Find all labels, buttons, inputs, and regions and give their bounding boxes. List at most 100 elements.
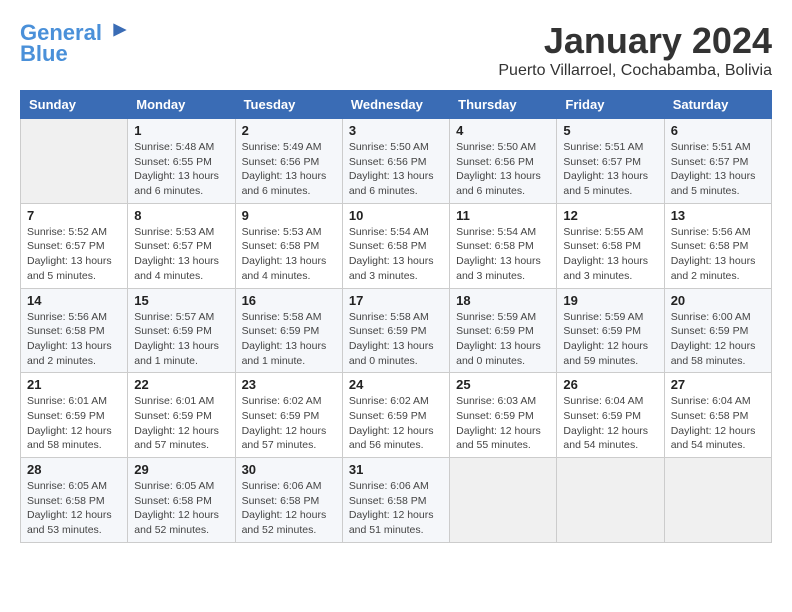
day-number: 9 — [242, 208, 336, 223]
day-info: Sunrise: 6:05 AM Sunset: 6:58 PM Dayligh… — [27, 479, 121, 538]
calendar-cell: 22 Sunrise: 6:01 AM Sunset: 6:59 PM Dayli… — [128, 373, 235, 458]
calendar-cell: 20Sunrise: 6:00 AM Sunset: 6:59 PM Dayli… — [664, 288, 771, 373]
week-row-1: 1 Sunrise: 5:48 AM Sunset: 6:55 PM Daylig… — [21, 119, 772, 204]
day-info: Sunrise: 6:02 AM Sunset: 6:59 PM Dayligh… — [242, 394, 336, 453]
day-header-tuesday: Tuesday — [235, 91, 342, 119]
day-info: Sunrise: 5:54 AM Sunset: 6:58 PM Dayligh… — [349, 225, 443, 284]
day-number: 24 — [349, 377, 443, 392]
day-number: 13 — [671, 208, 765, 223]
day-info: Sunrise: 6:06 AM Sunset: 6:58 PM Dayligh… — [349, 479, 443, 538]
day-number: 7 — [27, 208, 121, 223]
day-info: Sunrise: 5:48 AM Sunset: 6:55 PM Dayligh… — [134, 140, 228, 199]
day-info: Sunrise: 5:59 AM Sunset: 6:59 PM Dayligh… — [563, 310, 657, 369]
day-info: Sunrise: 5:50 AM Sunset: 6:56 PM Dayligh… — [349, 140, 443, 199]
calendar-cell: 15 Sunrise: 5:57 AM Sunset: 6:59 PM Dayli… — [128, 288, 235, 373]
calendar-cell: 27 Sunrise: 6:04 AM Sunset: 6:58 PM Dayli… — [664, 373, 771, 458]
day-info: Sunrise: 5:56 AM Sunset: 6:58 PM Dayligh… — [27, 310, 121, 369]
week-row-3: 14Sunrise: 5:56 AM Sunset: 6:58 PM Dayli… — [21, 288, 772, 373]
day-number: 28 — [27, 462, 121, 477]
day-number: 27 — [671, 377, 765, 392]
day-number: 3 — [349, 123, 443, 138]
day-info: Sunrise: 6:03 AM Sunset: 6:59 PM Dayligh… — [456, 394, 550, 453]
calendar-table: SundayMondayTuesdayWednesdayThursdayFrid… — [20, 90, 772, 543]
day-info: Sunrise: 6:04 AM Sunset: 6:59 PM Dayligh… — [563, 394, 657, 453]
location: Puerto Villarroel, Cochabamba, Bolivia — [498, 62, 772, 80]
day-info: Sunrise: 5:55 AM Sunset: 6:58 PM Dayligh… — [563, 225, 657, 284]
day-header-saturday: Saturday — [664, 91, 771, 119]
calendar-cell: 4 Sunrise: 5:50 AM Sunset: 6:56 PM Daylig… — [450, 119, 557, 204]
day-info: Sunrise: 5:58 AM Sunset: 6:59 PM Dayligh… — [349, 310, 443, 369]
calendar-cell: 24Sunrise: 6:02 AM Sunset: 6:59 PM Dayli… — [342, 373, 449, 458]
day-number: 26 — [563, 377, 657, 392]
week-row-5: 28 Sunrise: 6:05 AM Sunset: 6:58 PM Dayli… — [21, 458, 772, 543]
calendar-cell: 1 Sunrise: 5:48 AM Sunset: 6:55 PM Daylig… — [128, 119, 235, 204]
month-title: January 2024 — [498, 20, 772, 62]
day-info: Sunrise: 5:51 AM Sunset: 6:57 PM Dayligh… — [671, 140, 765, 199]
day-number: 6 — [671, 123, 765, 138]
calendar-header-row: SundayMondayTuesdayWednesdayThursdayFrid… — [21, 91, 772, 119]
day-info: Sunrise: 5:49 AM Sunset: 6:56 PM Dayligh… — [242, 140, 336, 199]
day-number: 23 — [242, 377, 336, 392]
calendar-cell: 12Sunrise: 5:55 AM Sunset: 6:58 PM Dayli… — [557, 203, 664, 288]
calendar-cell: 7 Sunrise: 5:52 AM Sunset: 6:57 PM Daylig… — [21, 203, 128, 288]
day-info: Sunrise: 6:00 AM Sunset: 6:59 PM Dayligh… — [671, 310, 765, 369]
calendar-cell — [450, 458, 557, 543]
calendar-cell: 18 Sunrise: 5:59 AM Sunset: 6:59 PM Dayli… — [450, 288, 557, 373]
calendar-cell: 29Sunrise: 6:05 AM Sunset: 6:58 PM Dayli… — [128, 458, 235, 543]
day-info: Sunrise: 5:51 AM Sunset: 6:57 PM Dayligh… — [563, 140, 657, 199]
calendar-cell: 3 Sunrise: 5:50 AM Sunset: 6:56 PM Daylig… — [342, 119, 449, 204]
day-number: 30 — [242, 462, 336, 477]
day-info: Sunrise: 6:04 AM Sunset: 6:58 PM Dayligh… — [671, 394, 765, 453]
calendar-cell: 31 Sunrise: 6:06 AM Sunset: 6:58 PM Dayli… — [342, 458, 449, 543]
calendar-cell: 9 Sunrise: 5:53 AM Sunset: 6:58 PM Daylig… — [235, 203, 342, 288]
week-row-4: 21 Sunrise: 6:01 AM Sunset: 6:59 PM Dayli… — [21, 373, 772, 458]
day-number: 15 — [134, 293, 228, 308]
day-header-monday: Monday — [128, 91, 235, 119]
day-info: Sunrise: 5:54 AM Sunset: 6:58 PM Dayligh… — [456, 225, 550, 284]
day-info: Sunrise: 6:01 AM Sunset: 6:59 PM Dayligh… — [134, 394, 228, 453]
calendar-cell — [21, 119, 128, 204]
day-info: Sunrise: 5:53 AM Sunset: 6:58 PM Dayligh… — [242, 225, 336, 284]
day-header-thursday: Thursday — [450, 91, 557, 119]
calendar-cell — [664, 458, 771, 543]
logo-arrow-icon — [110, 20, 130, 40]
calendar-cell: 19Sunrise: 5:59 AM Sunset: 6:59 PM Dayli… — [557, 288, 664, 373]
day-info: Sunrise: 5:56 AM Sunset: 6:58 PM Dayligh… — [671, 225, 765, 284]
day-info: Sunrise: 5:53 AM Sunset: 6:57 PM Dayligh… — [134, 225, 228, 284]
day-number: 16 — [242, 293, 336, 308]
calendar-cell: 30 Sunrise: 6:06 AM Sunset: 6:58 PM Dayli… — [235, 458, 342, 543]
day-number: 22 — [134, 377, 228, 392]
calendar-cell: 21 Sunrise: 6:01 AM Sunset: 6:59 PM Dayli… — [21, 373, 128, 458]
day-info: Sunrise: 5:50 AM Sunset: 6:56 PM Dayligh… — [456, 140, 550, 199]
calendar-cell: 25 Sunrise: 6:03 AM Sunset: 6:59 PM Dayli… — [450, 373, 557, 458]
calendar-cell: 28 Sunrise: 6:05 AM Sunset: 6:58 PM Dayli… — [21, 458, 128, 543]
day-number: 21 — [27, 377, 121, 392]
day-info: Sunrise: 5:52 AM Sunset: 6:57 PM Dayligh… — [27, 225, 121, 284]
page-header: General Blue January 2024 Puerto Villarr… — [20, 20, 772, 80]
day-number: 10 — [349, 208, 443, 223]
day-info: Sunrise: 6:01 AM Sunset: 6:59 PM Dayligh… — [27, 394, 121, 453]
calendar-cell: 26 Sunrise: 6:04 AM Sunset: 6:59 PM Dayli… — [557, 373, 664, 458]
day-number: 18 — [456, 293, 550, 308]
day-number: 25 — [456, 377, 550, 392]
calendar-cell: 14Sunrise: 5:56 AM Sunset: 6:58 PM Dayli… — [21, 288, 128, 373]
day-number: 4 — [456, 123, 550, 138]
day-info: Sunrise: 5:59 AM Sunset: 6:59 PM Dayligh… — [456, 310, 550, 369]
day-number: 31 — [349, 462, 443, 477]
day-number: 5 — [563, 123, 657, 138]
day-header-sunday: Sunday — [21, 91, 128, 119]
calendar-cell: 5 Sunrise: 5:51 AM Sunset: 6:57 PM Daylig… — [557, 119, 664, 204]
day-number: 11 — [456, 208, 550, 223]
calendar-cell: 2Sunrise: 5:49 AM Sunset: 6:56 PM Daylig… — [235, 119, 342, 204]
week-row-2: 7 Sunrise: 5:52 AM Sunset: 6:57 PM Daylig… — [21, 203, 772, 288]
day-number: 8 — [134, 208, 228, 223]
day-number: 29 — [134, 462, 228, 477]
calendar-cell: 16Sunrise: 5:58 AM Sunset: 6:59 PM Dayli… — [235, 288, 342, 373]
day-header-wednesday: Wednesday — [342, 91, 449, 119]
day-info: Sunrise: 5:57 AM Sunset: 6:59 PM Dayligh… — [134, 310, 228, 369]
calendar-cell: 23 Sunrise: 6:02 AM Sunset: 6:59 PM Dayli… — [235, 373, 342, 458]
title-block: January 2024 Puerto Villarroel, Cochabam… — [498, 20, 772, 80]
calendar-cell: 11 Sunrise: 5:54 AM Sunset: 6:58 PM Dayli… — [450, 203, 557, 288]
day-number: 1 — [134, 123, 228, 138]
day-info: Sunrise: 6:06 AM Sunset: 6:58 PM Dayligh… — [242, 479, 336, 538]
